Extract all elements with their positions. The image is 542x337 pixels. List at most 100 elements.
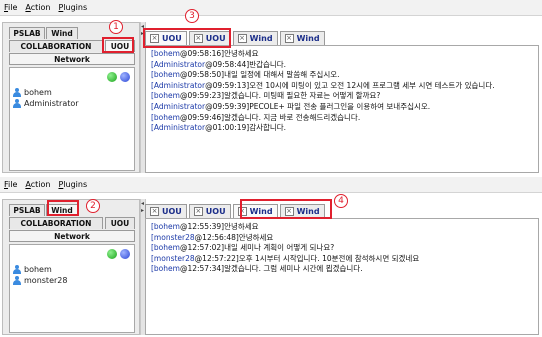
message-text: 안녕하세요 [224, 49, 259, 58]
callout-marker: 2 [86, 199, 100, 213]
message-time: @09:59:46] [179, 112, 225, 122]
user-item[interactable]: bohem [13, 265, 52, 274]
message-text: PECOLE+ 파일 전송 플러그인을 이용하여 보내주십시오. [249, 101, 431, 111]
chat-tab-label: Wind [249, 34, 273, 43]
chat-message: [bohem@09:59:23]알겠습니다. 미팅때 필요한 자료는 어떻게 할… [151, 91, 533, 102]
message-text: 알겠습니다. 지금 바로 전송해드리겠습니다. [224, 112, 361, 122]
message-text: 감사합니다. [249, 123, 287, 133]
menubar: File Action Plugins [0, 0, 542, 16]
menu-file[interactable]: File [4, 180, 17, 189]
message-sender: [bohem [151, 264, 180, 274]
bottom-window: File Action Plugins PSLAB Wind COLLABORA… [0, 177, 542, 337]
blue-status-icon[interactable] [120, 72, 130, 82]
chat-panel: × UOU × UOU × Wind × Wind [bohem@12:55:3… [145, 204, 539, 335]
message-time: @12:57:34] [179, 264, 225, 274]
menu-action[interactable]: Action [25, 3, 50, 12]
close-icon[interactable]: × [237, 34, 247, 43]
message-sender: [monster28 [151, 253, 195, 263]
highlight-box [47, 200, 79, 216]
chat-message: [Administrator@09:59:13]오전 10시에 미팅이 있고 오… [151, 81, 533, 92]
message-time: @12:57:02] [179, 243, 225, 253]
user-name: Administrator [24, 99, 79, 108]
user-list: bohem monster28 [9, 244, 135, 333]
chat-tab-label: Wind [296, 34, 320, 43]
green-status-icon[interactable] [107, 249, 117, 259]
close-icon[interactable]: × [193, 207, 203, 216]
chat-message: [Administrator@09:59:39]PECOLE+ 파일 전송 플러… [151, 102, 533, 113]
chat-message: [Administrator@09:58:44]반갑습니다. [151, 60, 533, 71]
message-time: @09:58:16] [179, 49, 225, 58]
message-text: 반갑습니다. [249, 59, 287, 69]
user-icon [13, 88, 21, 97]
menu-action[interactable]: Action [25, 180, 50, 189]
highlight-box [143, 28, 231, 48]
message-sender: [bohem [151, 49, 180, 58]
message-sender: [Administrator [151, 59, 206, 69]
chat-message: [bohem@12:55:39]안녕하세요 [151, 222, 533, 233]
message-text: 안녕하세요 [238, 232, 274, 242]
chat-message: [bohem@09:58:16]안녕하세요 [151, 49, 533, 60]
tab-collaboration[interactable]: COLLABORATION [9, 40, 103, 52]
network-bar[interactable]: Network [9, 53, 135, 65]
left-panel: PSLAB Wind COLLABORATION UOU Network boh… [2, 199, 140, 335]
message-time: @09:58:44] [205, 59, 250, 69]
top-window: File Action Plugins PSLAB Wind COLLABORA… [0, 0, 542, 176]
highlight-box [240, 199, 332, 219]
message-time: @09:58:50] [179, 70, 225, 80]
user-icon [13, 99, 21, 108]
close-icon[interactable]: × [150, 207, 159, 216]
message-sender: [monster28 [151, 232, 195, 242]
chat-message: [monster28@12:56:48]안녕하세요 [151, 233, 533, 244]
chat-message: [Administrator@01:00:19]감사합니다. [151, 123, 533, 134]
message-time: @09:59:39] [205, 101, 250, 111]
chat-log: [bohem@09:58:16]안녕하세요 [Administrator@09:… [145, 45, 539, 173]
chat-panel: × UOU × UOU × Wind × Wind [bohem@09:58:1… [145, 31, 539, 173]
status-icons [107, 249, 130, 259]
highlight-box [102, 37, 134, 53]
message-sender: [bohem [151, 222, 180, 231]
chat-message: [bohem@09:59:46]알겠습니다. 지금 바로 전송해드리겠습니다. [151, 113, 533, 124]
status-icons [107, 72, 130, 82]
chat-tab-label: UOU [205, 207, 226, 216]
menu-plugins[interactable]: Plugins [58, 180, 87, 189]
user-item[interactable]: Administrator [13, 99, 79, 108]
message-sender: [bohem [151, 70, 180, 80]
message-time: @09:59:23] [179, 91, 225, 101]
tab-pslab[interactable]: PSLAB [9, 204, 45, 216]
chat-tab-uou[interactable]: × UOU [145, 204, 187, 218]
chat-tab-uou[interactable]: × UOU [188, 204, 231, 218]
callout-marker: 1 [109, 20, 123, 34]
user-item[interactable]: bohem [13, 88, 52, 97]
green-status-icon[interactable] [107, 72, 117, 82]
user-name: bohem [24, 88, 52, 97]
message-sender: [bohem [151, 91, 180, 101]
message-text: 안녕하세요 [224, 222, 259, 231]
user-item[interactable]: monster28 [13, 276, 67, 285]
message-sender: [Administrator [151, 80, 206, 90]
tab-wind[interactable]: Wind [46, 27, 78, 39]
menu-file[interactable]: File [4, 3, 17, 12]
message-sender: [bohem [151, 112, 180, 122]
message-text: 오전 10시에 미팅이 있고 오전 12시에 프로그램 세부 시연 테스트가 있… [249, 80, 495, 90]
user-list: bohem Administrator [9, 67, 135, 171]
message-time: @09:59:13] [205, 80, 250, 90]
message-text: 오후 1시부터 시작입니다. 10분전에 참석하시면 되겠네요 [238, 253, 420, 263]
message-text: 내일 세미나 계획이 어떻게 되나요? [224, 243, 335, 253]
message-time: @01:00:19] [205, 123, 250, 133]
tab-uou[interactable]: UOU [105, 217, 135, 229]
chat-tab-wind[interactable]: × Wind [279, 31, 325, 45]
tab-pslab[interactable]: PSLAB [9, 27, 45, 39]
chat-log: [bohem@12:55:39]안녕하세요 [monster28@12:56:4… [145, 218, 539, 335]
user-icon [13, 265, 21, 274]
network-bar[interactable]: Network [9, 230, 135, 242]
close-icon[interactable]: × [284, 34, 294, 43]
arrow-right-icon[interactable]: ▸ [141, 208, 144, 214]
tab-collaboration[interactable]: COLLABORATION [9, 217, 103, 229]
menu-plugins[interactable]: Plugins [58, 3, 87, 12]
chat-message: [monster28@12:57:22]오후 1시부터 시작입니다. 10분전에… [151, 254, 533, 265]
message-time: @12:55:39] [179, 222, 225, 231]
message-sender: [bohem [151, 243, 180, 253]
message-sender: [Administrator [151, 101, 206, 111]
blue-status-icon[interactable] [120, 249, 130, 259]
chat-tab-wind[interactable]: × Wind [232, 31, 278, 45]
